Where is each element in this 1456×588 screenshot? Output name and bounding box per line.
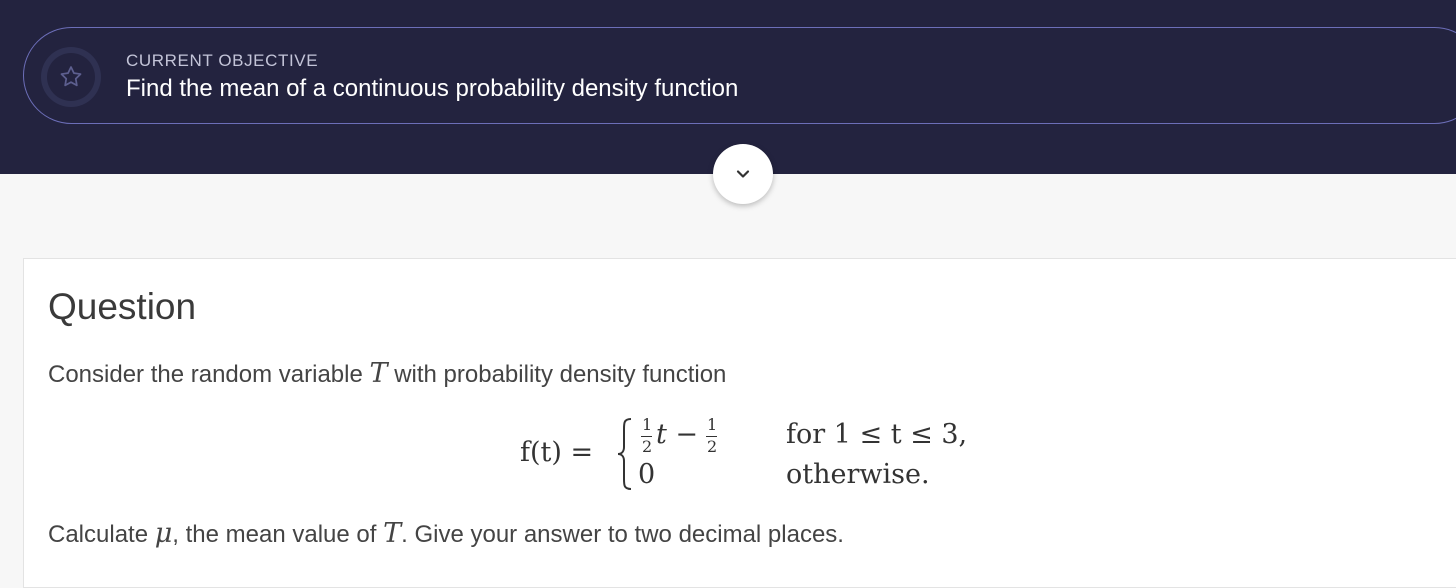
case1-fraction-numerator: 1 bbox=[642, 415, 653, 434]
chevron-down-icon bbox=[736, 170, 750, 178]
pdf-formula: f(t) = 1 2 t − 1 2 for 1 ≤ t ≤ 3, 0 othe… bbox=[520, 415, 980, 495]
intro-text-after: with probability density function bbox=[394, 361, 727, 388]
intro-text-before: Consider the random variable bbox=[48, 361, 363, 388]
prompt-text-before: Calculate bbox=[48, 521, 149, 548]
mu-symbol: μ bbox=[154, 518, 173, 549]
case1-constant-denominator: 2 bbox=[707, 437, 718, 456]
question-heading: Question bbox=[48, 286, 197, 327]
objective-label: CURRENT OBJECTIVE bbox=[126, 51, 319, 70]
random-variable: T bbox=[369, 358, 388, 389]
case1-condition: for 1 ≤ t ≤ 3, bbox=[786, 419, 968, 450]
prompt-variable: T bbox=[383, 518, 402, 549]
objective-title: Find the mean of a continuous probabilit… bbox=[126, 75, 739, 102]
case1-variable-term: t − bbox=[656, 419, 699, 450]
case1-fraction-denominator: 2 bbox=[642, 437, 653, 456]
objective-badge bbox=[41, 47, 101, 107]
left-brace bbox=[617, 418, 632, 490]
question-prompt: Calculate μ, the mean value of T. Give y… bbox=[48, 518, 844, 549]
case2-value: 0 bbox=[638, 459, 656, 490]
prompt-text-after: . Give your answer to two decimal places… bbox=[401, 521, 844, 548]
formula-lhs: f(t) = bbox=[520, 437, 594, 468]
case1-constant-numerator: 1 bbox=[707, 415, 718, 434]
case2-condition: otherwise. bbox=[786, 459, 930, 490]
star-icon bbox=[60, 66, 82, 87]
expand-objective-button[interactable] bbox=[713, 144, 773, 204]
question-intro: Consider the random variable T with prob… bbox=[48, 358, 726, 389]
prompt-text-middle: , the mean value of bbox=[172, 521, 377, 548]
